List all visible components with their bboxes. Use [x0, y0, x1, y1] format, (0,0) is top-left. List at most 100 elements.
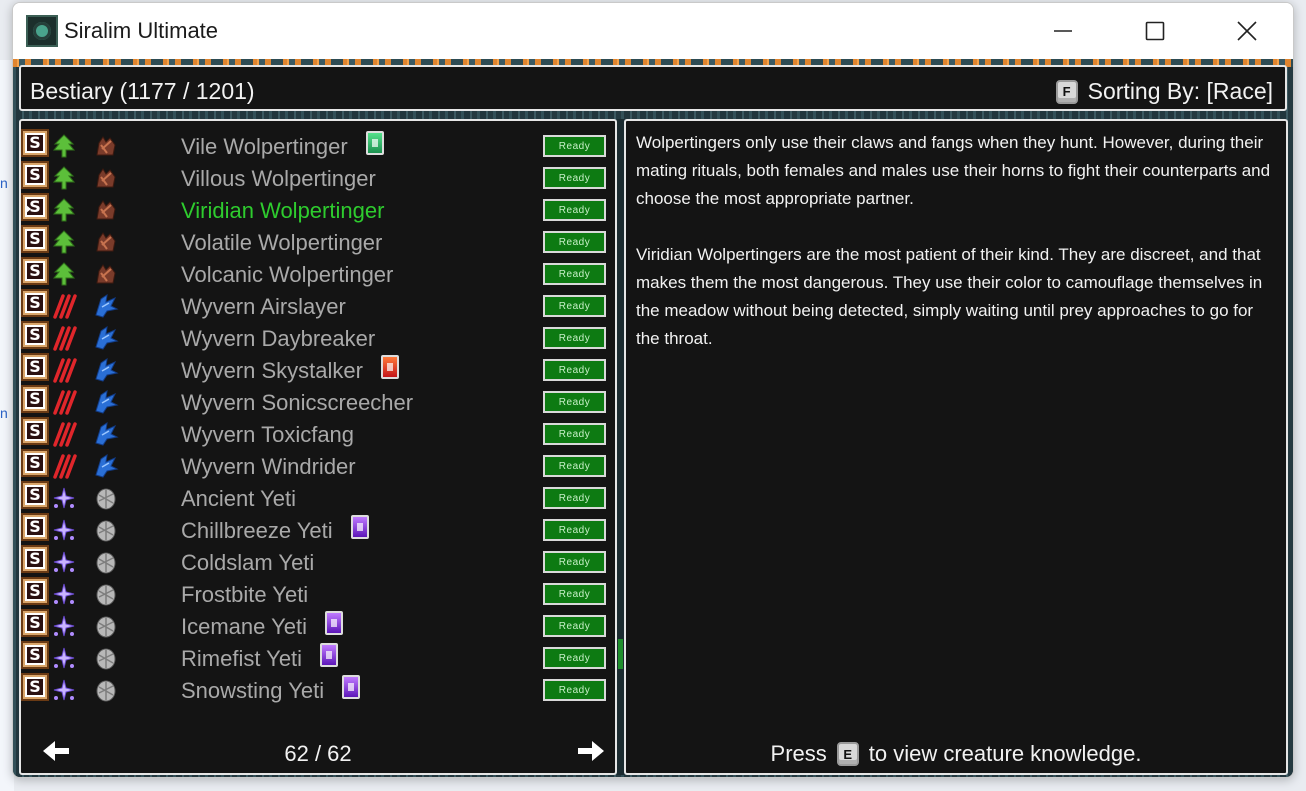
lore-paragraph: Viridian Wolpertingers are the most pati… [636, 245, 1263, 348]
ready-badge: Ready [543, 583, 606, 605]
creature-name: Villous Wolpertinger [181, 166, 376, 191]
creature-name: Frostbite Yeti [181, 582, 309, 607]
sigil-icon: S [21, 513, 49, 541]
sigil-icon: S [21, 257, 49, 285]
sigil-icon: S [21, 129, 49, 157]
e-key-icon[interactable]: E [836, 742, 859, 766]
creature-row[interactable]: S Icemane Yeti Ready [21, 609, 615, 641]
close-icon [1237, 21, 1257, 41]
yeti-icon [93, 517, 119, 543]
scrollbar-thumb[interactable] [618, 639, 623, 669]
sigil-icon: S [21, 641, 49, 669]
creature-name: Chillbreeze Yeti [181, 518, 333, 543]
nature-tree-icon [51, 261, 77, 287]
sigil-icon: S [21, 321, 49, 349]
list-scrollbar[interactable] [617, 119, 624, 775]
card-purple-icon [320, 643, 339, 667]
creature-row[interactable]: S Wyvern Toxicfang Ready [21, 417, 615, 449]
creature-row[interactable]: S Ancient Yeti Ready [21, 481, 615, 513]
ready-badge: Ready [543, 615, 606, 637]
creature-row[interactable]: S Wyvern Skystalker Ready [21, 353, 615, 385]
wolpertinger-icon [93, 229, 119, 255]
sorcery-star-icon [51, 677, 77, 703]
creature-row[interactable]: S Vile Wolpertinger Ready [21, 129, 615, 161]
creature-row[interactable]: S Wyvern Sonicscreecher Ready [21, 385, 615, 417]
yeti-icon [93, 645, 119, 671]
knowledge-hint-label: to view creature knowledge. [868, 741, 1142, 766]
sorcery-star-icon [51, 581, 77, 607]
ready-badge: Ready [543, 551, 606, 573]
wolpertinger-icon [93, 165, 119, 191]
ready-badge: Ready [543, 135, 606, 157]
arrow-right-icon[interactable] [576, 738, 606, 764]
ready-badge: Ready [543, 679, 606, 701]
ready-badge: Ready [543, 199, 606, 221]
nature-tree-icon [51, 229, 77, 255]
yeti-icon [93, 485, 119, 511]
creature-row[interactable]: S Volcanic Wolpertinger Ready [21, 257, 615, 289]
card-purple-icon [342, 675, 361, 699]
sigil-icon: S [21, 385, 49, 413]
creature-row[interactable]: S Snowsting Yeti Ready [21, 673, 615, 705]
bestiary-header: Bestiary (1177 / 1201) F Sorting By: [Ra… [19, 65, 1287, 111]
sigil-icon: S [21, 673, 49, 701]
creature-name: Wyvern Airslayer [181, 294, 346, 319]
card-purple-icon [350, 515, 369, 539]
title-bar[interactable]: Siralim Ultimate [13, 3, 1293, 59]
ready-badge: Ready [543, 455, 606, 477]
wyvern-icon [93, 325, 119, 351]
creature-lore: Wolpertingers only use their claws and f… [636, 129, 1276, 353]
creature-row[interactable]: S Coldslam Yeti Ready [21, 545, 615, 577]
creature-row[interactable]: S Frostbite Yeti Ready [21, 577, 615, 609]
selection-cursor-icon [25, 204, 31, 214]
ready-badge: Ready [543, 519, 606, 541]
creature-name: Volcanic Wolpertinger [181, 262, 394, 287]
yeti-icon [93, 677, 119, 703]
wyvern-icon [93, 389, 119, 415]
app-icon [26, 15, 58, 47]
window-title: Siralim Ultimate [64, 18, 219, 43]
creature-name: Wyvern Toxicfang [181, 422, 355, 447]
sort-control[interactable]: F Sorting By: [Race] [1055, 78, 1273, 105]
creature-row[interactable]: S Rimefist Yeti Ready [21, 641, 615, 673]
ready-badge: Ready [543, 263, 606, 285]
sigil-icon: S [21, 289, 49, 317]
creature-name: Ancient Yeti [181, 486, 296, 511]
wyvern-icon [93, 453, 119, 479]
sorcery-star-icon [51, 485, 77, 511]
creature-row[interactable]: S Villous Wolpertinger Ready [21, 161, 615, 193]
creature-row[interactable]: S Wyvern Airslayer Ready [21, 289, 615, 321]
ready-badge: Ready [543, 423, 606, 445]
nature-tree-icon [51, 165, 77, 191]
sorcery-star-icon [51, 517, 77, 543]
creature-name: Icemane Yeti [181, 614, 307, 639]
close-button[interactable] [1201, 3, 1293, 59]
creature-row[interactable]: S Viridian Wolpertinger Ready [21, 193, 615, 225]
creature-row[interactable]: S Wyvern Windrider Ready [21, 449, 615, 481]
creature-row[interactable]: S Chillbreeze Yeti Ready [21, 513, 615, 545]
chaos-claw-icon [51, 357, 77, 383]
sigil-icon: S [21, 577, 49, 605]
creature-row[interactable]: S Volatile Wolpertinger Ready [21, 225, 615, 257]
sigil-icon: S [21, 481, 49, 509]
sigil-icon: S [21, 609, 49, 637]
creature-row[interactable]: S Wyvern Daybreaker Ready [21, 321, 615, 353]
wyvern-icon [93, 421, 119, 447]
ready-badge: Ready [543, 295, 606, 317]
card-green-icon [365, 131, 384, 155]
card-purple-icon [324, 611, 343, 635]
wyvern-icon [93, 357, 119, 383]
ready-badge: Ready [543, 647, 606, 669]
chaos-claw-icon [51, 293, 77, 319]
page-count: 62 / 62 [284, 741, 352, 766]
creature-name: Snowsting Yeti [181, 678, 325, 703]
bestiary-title: Bestiary (1177 / 1201) [30, 78, 255, 104]
game-viewport: Bestiary (1177 / 1201) F Sorting By: [Ra… [13, 59, 1293, 777]
sigil-icon: S [21, 353, 49, 381]
nature-tree-icon [51, 197, 77, 223]
creature-name: Wyvern Sonicscreecher [181, 390, 414, 415]
ready-badge: Ready [543, 487, 606, 509]
minimize-button[interactable] [1017, 3, 1109, 59]
maximize-button[interactable] [1109, 3, 1201, 59]
creature-name: Volatile Wolpertinger [181, 230, 383, 255]
